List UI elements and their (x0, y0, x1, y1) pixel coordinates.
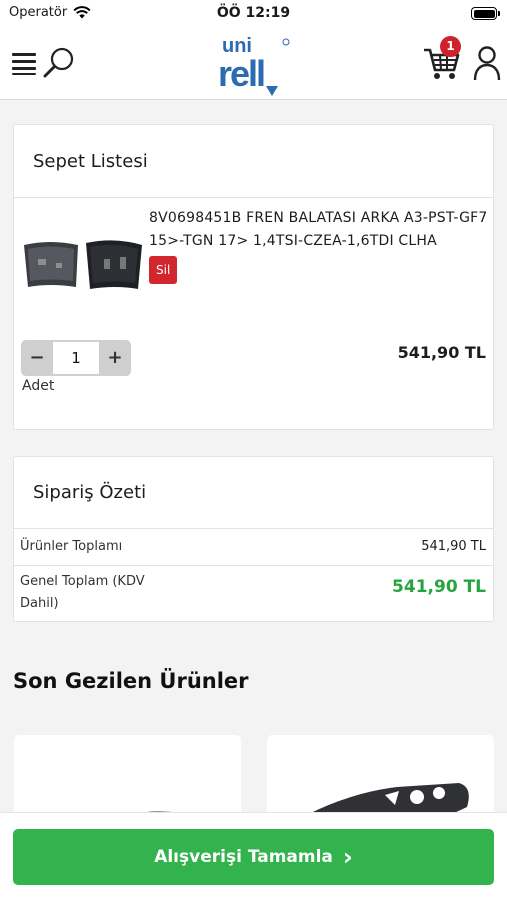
summary-title: Sipariş Özeti (14, 457, 493, 529)
checkout-bar: Alışverişi Tamamla › (0, 812, 507, 900)
cart-title: Sepet Listesi (14, 125, 493, 198)
cart-count-badge: 1 (440, 36, 461, 57)
logo-bottom-text: rell (218, 53, 264, 94)
user-icon[interactable] (472, 44, 502, 82)
battery-icon (471, 7, 500, 20)
app-header: uni rell 1 (0, 28, 507, 100)
item-price: 541,90 TL (397, 343, 486, 362)
search-icon[interactable] (42, 46, 76, 80)
products-total-row: Ürünler Toplamı 541,90 TL (14, 529, 493, 566)
grand-total-label: Genel Toplam (KDV Dahil) (20, 574, 145, 611)
chevron-right-icon: › (342, 843, 353, 871)
quantity-label: Adet (22, 378, 55, 394)
product-name[interactable]: 8V0698451B FREN BALATASI ARKA A3-PST-GF7… (149, 207, 489, 253)
status-bar: Operatör ÖÖ 12:19 (0, 0, 507, 28)
checkout-button[interactable]: Alışverişi Tamamla › (13, 829, 494, 885)
grand-total-value: 541,90 TL (392, 577, 486, 597)
checkout-label: Alışverişi Tamamla (154, 847, 333, 867)
menu-icon[interactable] (12, 52, 36, 75)
delete-button[interactable]: Sil (149, 256, 178, 284)
quantity-input[interactable] (53, 342, 99, 374)
cart-card: Sepet Listesi 8V0698451B FREN BALATASI A… (13, 124, 494, 430)
products-total-value: 541,90 TL (421, 539, 486, 554)
products-total-label: Ürünler Toplamı (20, 539, 123, 554)
decrease-quantity-button[interactable]: − (21, 340, 53, 376)
order-summary-card: Sipariş Özeti Ürünler Toplamı 541,90 TL … (13, 456, 494, 622)
recent-products-title: Son Gezilen Ürünler (13, 669, 249, 693)
brake-pad-image[interactable] (20, 237, 146, 295)
unirell-logo[interactable]: uni rell (210, 30, 300, 98)
grand-total-row: Genel Toplam (KDV Dahil) 541,90 TL (14, 566, 493, 622)
increase-quantity-button[interactable]: + (99, 340, 131, 376)
quantity-stepper: − + (21, 340, 131, 376)
clock: ÖÖ 12:19 (216, 5, 291, 21)
